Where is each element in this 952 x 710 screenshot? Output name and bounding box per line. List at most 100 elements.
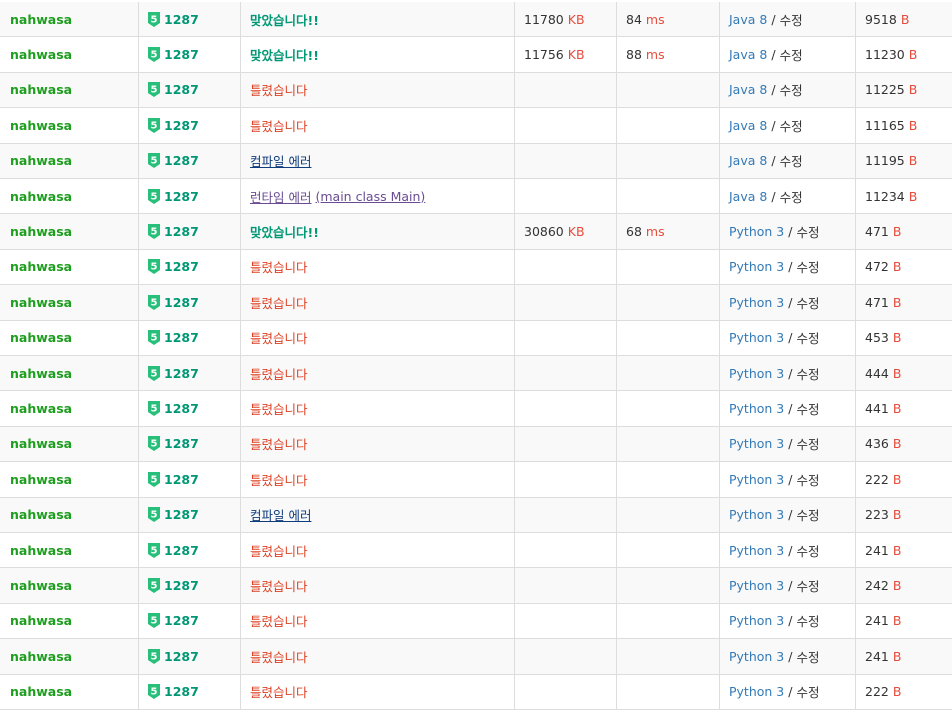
edit-link[interactable]: 수정 <box>796 434 819 453</box>
user-link[interactable]: nahwasa <box>10 153 72 168</box>
table-row: nahwasa 5 1287 틀렸습니다 Python 3 /수정 222 B <box>0 462 952 498</box>
problem-link[interactable]: 1287 <box>164 153 199 168</box>
language-link[interactable]: Python 3 <box>729 649 784 664</box>
language-link[interactable]: Python 3 <box>729 507 784 522</box>
user-link[interactable]: nahwasa <box>10 578 72 593</box>
problem-link[interactable]: 1287 <box>164 613 199 628</box>
language-link[interactable]: Java 8 <box>729 189 767 204</box>
problem-link[interactable]: 1287 <box>164 189 199 204</box>
edit-link[interactable]: 수정 <box>796 399 819 418</box>
user-link[interactable]: nahwasa <box>10 649 72 664</box>
edit-link[interactable]: 수정 <box>780 10 803 29</box>
code-length-unit: B <box>892 365 902 381</box>
edit-link[interactable]: 수정 <box>796 682 819 701</box>
language-link[interactable]: Python 3 <box>729 613 784 628</box>
user-link[interactable]: nahwasa <box>10 472 72 487</box>
edit-link[interactable]: 수정 <box>796 328 819 347</box>
language-link[interactable]: Python 3 <box>729 436 784 451</box>
problem-link[interactable]: 1287 <box>164 330 199 345</box>
problem-cell: 5 1287 <box>138 603 240 639</box>
language-link[interactable]: Python 3 <box>729 366 784 381</box>
edit-link[interactable]: 수정 <box>796 611 819 630</box>
user-link[interactable]: nahwasa <box>10 118 72 133</box>
language-link[interactable]: Python 3 <box>729 543 784 558</box>
problem-cell: 5 1287 <box>138 285 240 320</box>
edit-link[interactable]: 수정 <box>796 222 819 241</box>
problem-link[interactable]: 1287 <box>164 366 199 381</box>
user-link[interactable]: nahwasa <box>10 295 72 310</box>
edit-link[interactable]: 수정 <box>780 45 803 64</box>
length-cell: 441 B <box>855 391 952 426</box>
user-link[interactable]: nahwasa <box>10 401 72 416</box>
tier-badge-label: 5 <box>151 581 158 592</box>
code-length-unit: B <box>908 188 918 204</box>
user-link[interactable]: nahwasa <box>10 684 72 699</box>
problem-link[interactable]: 1287 <box>164 578 199 593</box>
result-text: 틀렸습니다 <box>250 472 308 488</box>
memory-value: 11780 <box>524 11 564 27</box>
edit-link[interactable]: 수정 <box>796 505 819 524</box>
problem-cell: 5 1287 <box>138 179 240 214</box>
table-row: nahwasa 5 1287 맞았습니다!! 11756 KB 88 ms Java 8/수정 1… <box>0 37 952 73</box>
problem-link[interactable]: 1287 <box>164 472 199 487</box>
problem-link[interactable]: 1287 <box>164 82 199 97</box>
user-link[interactable]: nahwasa <box>10 507 72 522</box>
edit-link[interactable]: 수정 <box>780 187 803 206</box>
problem-link[interactable]: 1287 <box>164 259 199 274</box>
language-link[interactable]: Python 3 <box>729 259 784 274</box>
user-link[interactable]: nahwasa <box>10 224 72 239</box>
language-link[interactable]: Java 8 <box>729 153 767 168</box>
separator: / <box>788 365 793 381</box>
language-link[interactable]: Python 3 <box>729 295 784 310</box>
language-link[interactable]: Python 3 <box>729 684 784 699</box>
problem-link[interactable]: 1287 <box>164 507 199 522</box>
language-link[interactable]: Python 3 <box>729 472 784 487</box>
edit-link[interactable]: 수정 <box>796 541 819 560</box>
user-link[interactable]: nahwasa <box>10 436 72 451</box>
user-link[interactable]: nahwasa <box>10 47 72 62</box>
user-link[interactable]: nahwasa <box>10 12 72 27</box>
problem-link[interactable]: 1287 <box>164 649 199 664</box>
edit-link[interactable]: 수정 <box>796 257 819 276</box>
result-text[interactable]: 컴파일 에러 <box>250 151 311 170</box>
problem-link[interactable]: 1287 <box>164 118 199 133</box>
result-text[interactable]: 런타임 에러 <box>250 187 311 206</box>
result-detail[interactable]: (main class Main) <box>315 189 425 204</box>
problem-link[interactable]: 1287 <box>164 436 199 451</box>
result-text[interactable]: 컴파일 에러 <box>250 505 311 524</box>
problem-link[interactable]: 1287 <box>164 12 199 27</box>
edit-link[interactable]: 수정 <box>796 470 819 489</box>
edit-link[interactable]: 수정 <box>780 116 803 135</box>
language-link[interactable]: Java 8 <box>729 47 767 62</box>
user-link[interactable]: nahwasa <box>10 613 72 628</box>
language-link[interactable]: Python 3 <box>729 224 784 239</box>
code-length-unit: B <box>892 684 902 700</box>
problem-link[interactable]: 1287 <box>164 401 199 416</box>
language-link[interactable]: Python 3 <box>729 330 784 345</box>
problem-link[interactable]: 1287 <box>164 684 199 699</box>
problem-link[interactable]: 1287 <box>164 47 199 62</box>
user-link[interactable]: nahwasa <box>10 189 72 204</box>
edit-link[interactable]: 수정 <box>796 576 819 595</box>
user-link[interactable]: nahwasa <box>10 259 72 274</box>
user-link[interactable]: nahwasa <box>10 543 72 558</box>
edit-link[interactable]: 수정 <box>796 647 819 666</box>
edit-link[interactable]: 수정 <box>796 364 819 383</box>
language-link[interactable]: Python 3 <box>729 578 784 593</box>
language-link[interactable]: Python 3 <box>729 401 784 416</box>
edit-link[interactable]: 수정 <box>780 80 803 99</box>
tier-badge-icon: 5 <box>148 188 160 204</box>
code-length-value: 242 <box>865 578 889 594</box>
user-link[interactable]: nahwasa <box>10 366 72 381</box>
problem-link[interactable]: 1287 <box>164 543 199 558</box>
user-link[interactable]: nahwasa <box>10 82 72 97</box>
language-cell: Python 3 /수정 <box>719 497 855 532</box>
language-link[interactable]: Java 8 <box>729 12 767 27</box>
problem-link[interactable]: 1287 <box>164 295 199 310</box>
problem-link[interactable]: 1287 <box>164 224 199 239</box>
language-link[interactable]: Java 8 <box>729 82 767 97</box>
user-link[interactable]: nahwasa <box>10 330 72 345</box>
edit-link[interactable]: 수정 <box>780 151 803 170</box>
language-link[interactable]: Java 8 <box>729 118 767 133</box>
edit-link[interactable]: 수정 <box>796 293 819 312</box>
